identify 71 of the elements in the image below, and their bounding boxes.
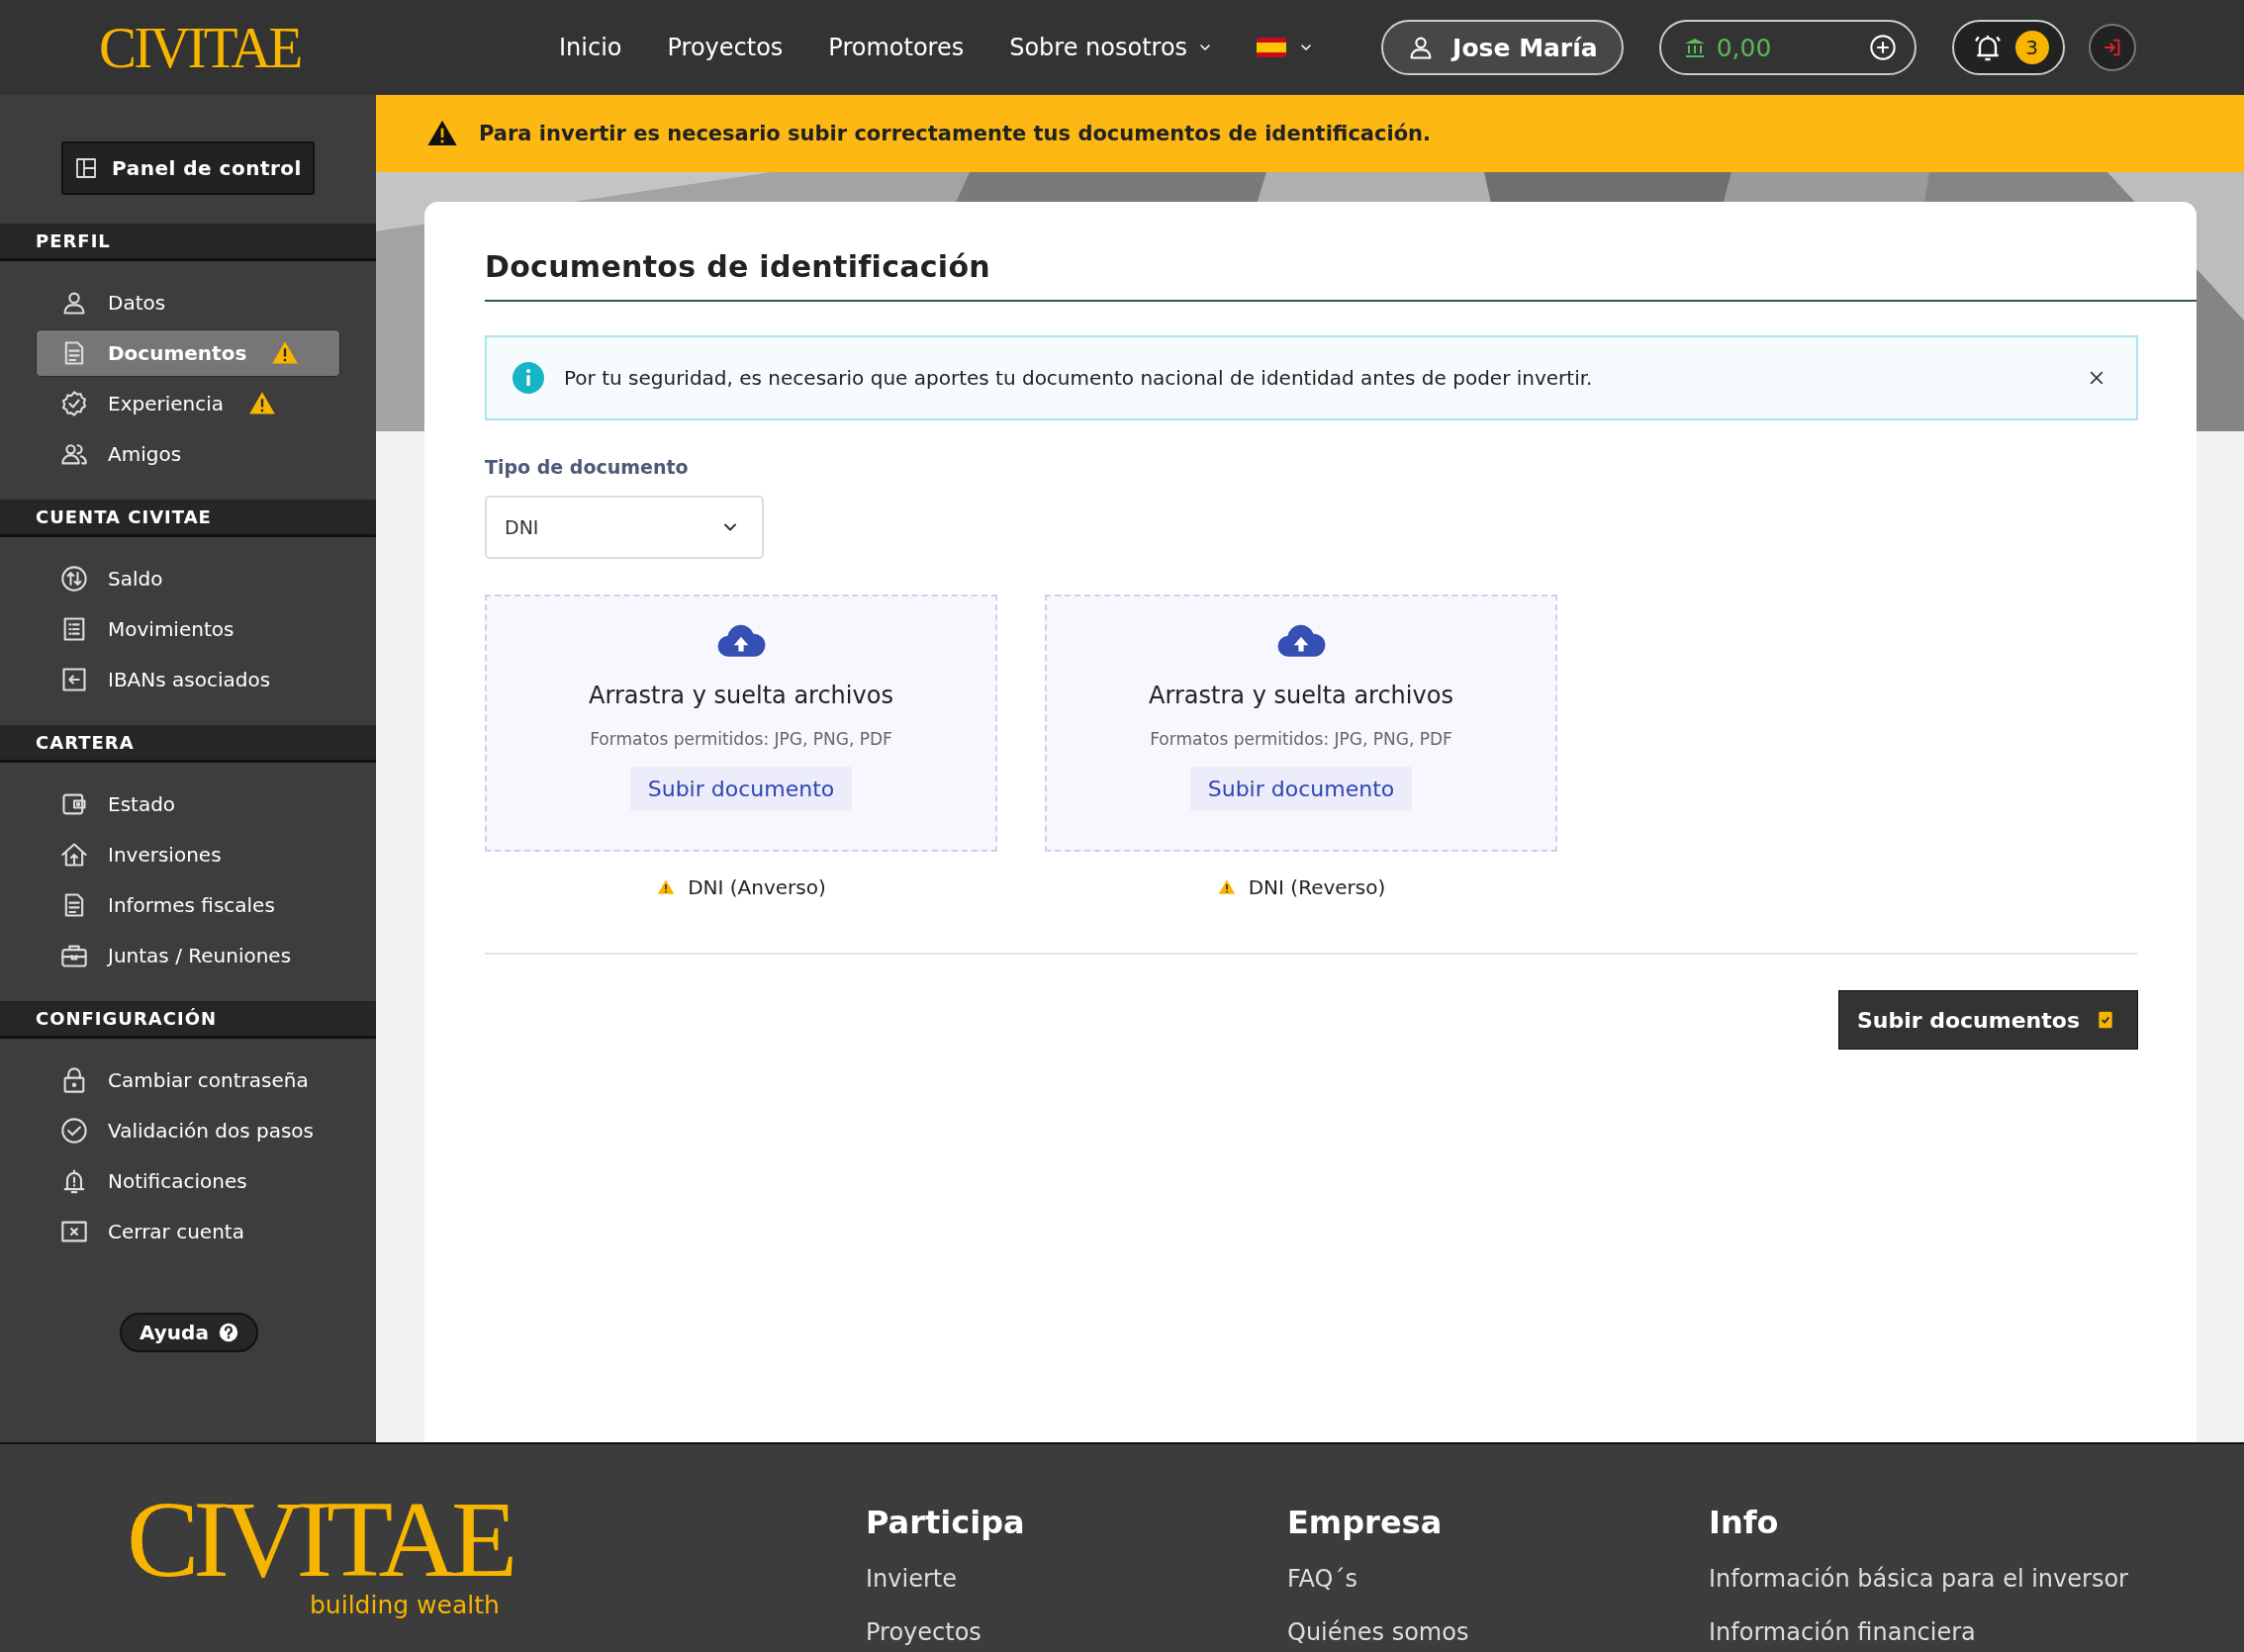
footer-link[interactable]: Invierte (866, 1565, 1287, 1593)
alert-text: Para invertir es necesario subir correctamente tus documentos de identificación. (479, 122, 1432, 145)
footer-link[interactable]: Información financiera (1709, 1618, 2223, 1646)
section-heading: PERFIL (0, 224, 376, 261)
badge-icon (60, 390, 88, 417)
sidebar-item[interactable]: Cambiar contraseña (36, 1056, 340, 1104)
user-button[interactable]: Jose María (1381, 20, 1624, 75)
section-heading: CUENTA CIVITAE (0, 500, 376, 537)
dropzone[interactable]: Arrastra y suelta archivos Formatos permitidos: JPG, PNG, PDF Subir documento (1045, 595, 1557, 852)
dropzone[interactable]: Arrastra y suelta archivos Formatos permitidos: JPG, PNG, PDF Subir documento (485, 595, 997, 852)
sidebar-item[interactable]: Documentos (36, 329, 340, 377)
house-icon (60, 841, 88, 869)
sidebar-item[interactable]: Experiencia (36, 380, 340, 427)
sidebar-item[interactable]: Estado (36, 780, 340, 828)
footer-link[interactable]: Proyectos (866, 1618, 1287, 1646)
footer-link[interactable]: FAQ´s (1287, 1565, 1709, 1593)
cloud-upload-icon (1276, 624, 1326, 658)
footer-link[interactable]: Quiénes somos (1287, 1618, 1709, 1646)
logout-button[interactable] (2088, 24, 2136, 71)
upload-button[interactable]: Subir documento (1189, 767, 1413, 811)
cloud-upload-icon (716, 624, 766, 658)
sidebar-item[interactable]: Datos (36, 279, 340, 326)
exchange-icon (60, 565, 88, 593)
help-icon (218, 1323, 238, 1342)
info-text: Por tu seguridad, es necesario que aportes tu documento nacional de identidad antes de poder invertir. (564, 366, 1594, 390)
footer-heading: Participa (866, 1504, 1026, 1541)
sidebar-item[interactable]: Cerrar cuenta (36, 1208, 340, 1255)
notifications-button[interactable]: 3 (1951, 20, 2065, 75)
sidebar-item[interactable]: Inversiones (36, 831, 340, 878)
document-caption: DNI (Reverso) (1248, 875, 1386, 899)
sidebar-item[interactable]: Movimientos (36, 605, 340, 653)
sidebar-item[interactable]: Informes fiscales (36, 881, 340, 929)
help-button[interactable]: Ayuda (120, 1313, 258, 1352)
logo[interactable]: CIVITAE (99, 18, 311, 77)
footer-heading: Info (1709, 1504, 1780, 1541)
footer-link[interactable]: Información básica para el inversor (1709, 1565, 2223, 1593)
sidebar-item[interactable]: Validación dos pasos (36, 1107, 340, 1154)
nav-link[interactable]: Promotores (828, 34, 965, 61)
document-type-select[interactable]: DNI (485, 496, 764, 559)
sidebar-item[interactable]: Saldo (36, 555, 340, 602)
notification-count: 3 (2014, 31, 2049, 64)
layout-icon (74, 156, 99, 180)
formats-text: Formatos permitidos: JPG, PNG, PDF (590, 729, 892, 749)
info-icon (513, 362, 544, 394)
sidebar-item[interactable]: IBANs asociados (36, 656, 340, 703)
nav-link[interactable]: Proyectos (667, 34, 784, 61)
page-title: Documentos de identificación (485, 249, 2197, 302)
formats-text: Formatos permitidos: JPG, PNG, PDF (1150, 729, 1452, 749)
flag-icon (1257, 38, 1287, 57)
arrow-box-icon (60, 666, 88, 693)
dropzone-title: Arrastra y suelta archivos (589, 682, 893, 709)
sidebar-item[interactable]: Notificaciones (36, 1157, 340, 1205)
document-check-icon (2096, 1009, 2115, 1031)
footer-heading: Empresa (1287, 1504, 1444, 1541)
section-heading: CONFIGURACIÓN (0, 1001, 376, 1039)
check-circle-icon (60, 1117, 88, 1145)
nav-link[interactable]: Sobre nosotros (1009, 34, 1214, 61)
dropzone-title: Arrastra y suelta archivos (1149, 682, 1453, 709)
upload-button[interactable]: Subir documento (629, 767, 853, 811)
sidebar-item[interactable]: Juntas / Reuniones (36, 932, 340, 979)
field-label: Tipo de documento (485, 456, 690, 478)
submit-button[interactable]: Subir documentos (1837, 990, 2138, 1050)
section-heading: CARTERA (0, 725, 376, 763)
document-caption: DNI (Anverso) (688, 875, 826, 899)
add-icon (1868, 34, 1897, 61)
nav-link[interactable]: Inicio (559, 34, 622, 61)
dashboard-button[interactable]: Panel de control (61, 141, 315, 195)
sidebar-item[interactable]: Amigos (36, 430, 340, 478)
tagline: building wealth (310, 1590, 501, 1619)
balance-button[interactable]: 0,00 (1658, 20, 1917, 75)
logo[interactable]: CIVITAE (127, 1494, 866, 1587)
